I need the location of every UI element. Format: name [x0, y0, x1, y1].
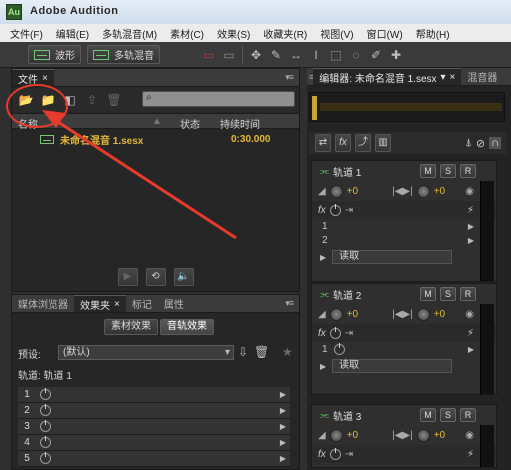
annotation-arrow-shaft [51, 116, 237, 240]
annotation-arrow [42, 110, 237, 240]
